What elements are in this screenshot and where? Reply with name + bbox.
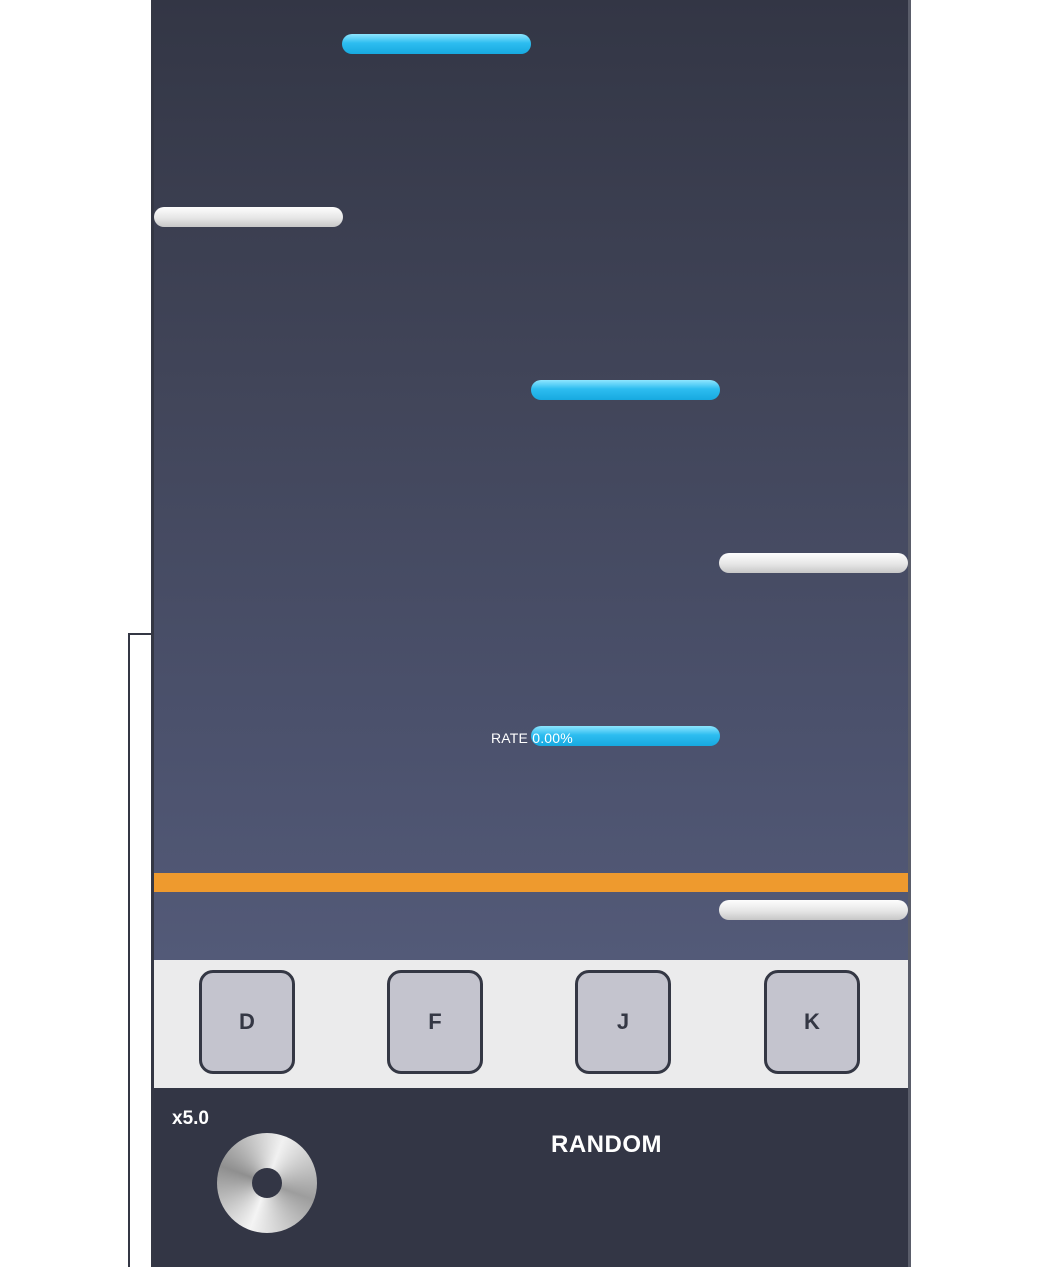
note-blue <box>342 34 531 54</box>
rate-label: RATE <box>491 730 529 746</box>
mode-label[interactable]: RANDOM <box>551 1131 662 1159</box>
rate-display: RATE 0.00% <box>491 730 573 746</box>
key-j-button[interactable]: J <box>575 970 671 1074</box>
note-blue <box>531 380 720 400</box>
control-panel: x5.0 RANDOM <box>154 1088 908 1267</box>
key-k-button[interactable]: K <box>764 970 860 1074</box>
note-white <box>719 900 908 920</box>
key-d-button[interactable]: D <box>199 970 295 1074</box>
disc-icon[interactable] <box>217 1133 317 1233</box>
key-f-button[interactable]: F <box>387 970 483 1074</box>
side-frame-line <box>128 633 130 1267</box>
game-board: RATE 0.00% D F J K x5.0 RANDOM <box>151 0 911 1267</box>
note-white <box>154 207 343 227</box>
key-bar: D F J K <box>154 960 908 1088</box>
rate-value: 0.00% <box>532 730 573 746</box>
side-frame-line <box>128 633 152 635</box>
playfield: RATE 0.00% <box>154 0 908 960</box>
speed-multiplier[interactable]: x5.0 <box>172 1108 209 1130</box>
judgement-line <box>154 873 908 892</box>
note-white <box>719 553 908 573</box>
